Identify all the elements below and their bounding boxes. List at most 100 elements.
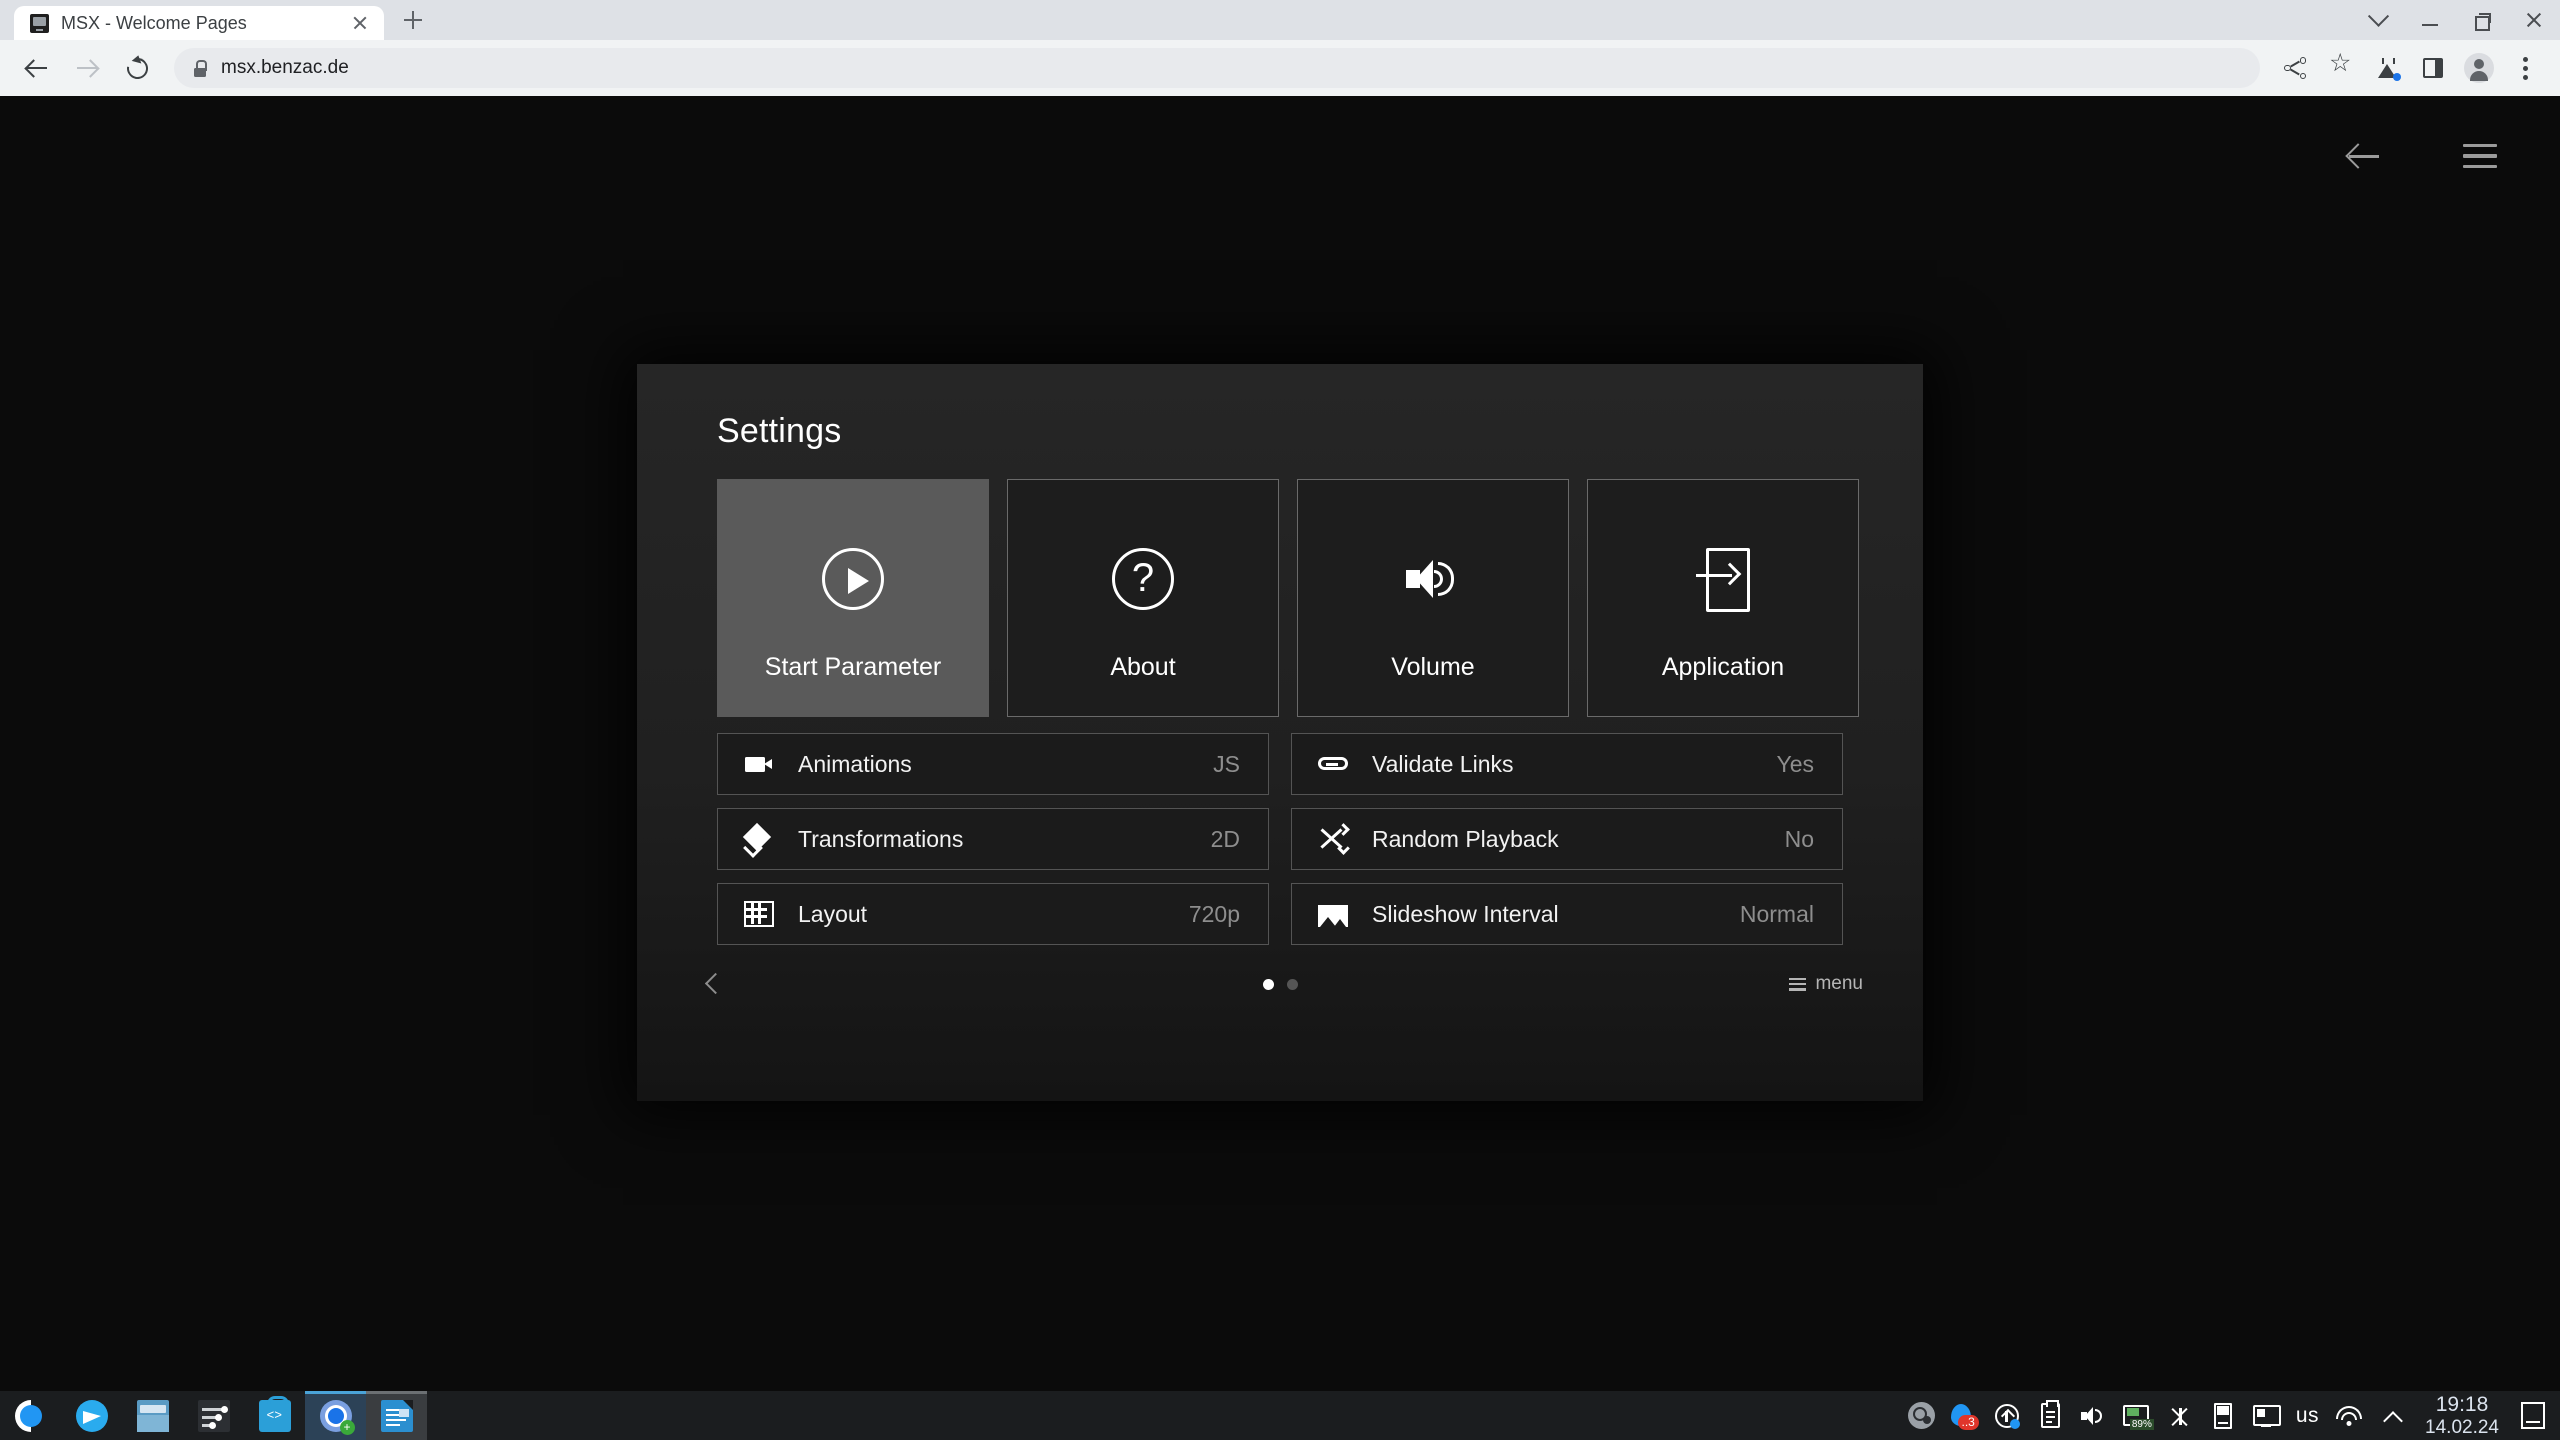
tab-title: MSX - Welcome Pages [61,12,247,33]
tab-strip: MSX - Welcome Pages [0,0,2560,40]
taskbar-chromium[interactable]: + [305,1391,366,1440]
tile-label: About [1110,653,1176,681]
page-dot-2[interactable] [1286,978,1298,990]
tray-display[interactable] [2253,1402,2282,1429]
reload-icon [122,53,152,83]
show-desktop-button[interactable] [2519,1402,2546,1429]
maximize-button[interactable] [2456,0,2508,40]
tray-bluetooth[interactable] [2167,1402,2194,1429]
exit-to-app-icon [1696,548,1750,612]
row-layout[interactable]: Layout 720p [717,883,1269,945]
taskbar-clock[interactable]: 19:18 14.02.24 [2421,1393,2503,1439]
taskbar-telegram[interactable] [61,1391,122,1440]
tray-updates[interactable] [1994,1402,2021,1429]
browser-tab[interactable]: MSX - Welcome Pages [14,6,384,40]
videocam-icon [744,749,774,779]
row-animations[interactable]: Animations JS [717,733,1269,795]
close-icon[interactable] [348,11,372,35]
row-random-playback[interactable]: Random Playback No [1291,808,1843,870]
row-label: Random Playback [1372,825,1559,852]
display-icon [2253,1404,2282,1427]
tray-keyboard-layout[interactable]: us [2296,1404,2319,1428]
back-button[interactable] [14,45,60,91]
tile-start-parameter[interactable]: Start Parameter [717,479,989,717]
minimize-button[interactable] [2404,0,2456,40]
chromium-icon: + [319,1399,355,1435]
tile-volume[interactable]: Volume [1297,479,1569,717]
app-back-button[interactable] [2336,128,2392,184]
taskbar-libreoffice-writer[interactable] [366,1391,427,1440]
taskbar-system-settings[interactable] [183,1391,244,1440]
panel-footer: menu [637,945,1923,1005]
taskbar-file-manager[interactable] [122,1391,183,1440]
share-button[interactable] [2274,47,2316,89]
tray-steam[interactable] [1907,1402,1935,1429]
chrome-menu-button[interactable] [2504,47,2546,89]
tile-about[interactable]: ? About [1007,479,1279,717]
lock-icon [192,59,207,77]
share-icon [2284,57,2306,79]
show-desktop-icon [2520,1402,2545,1429]
settings-rows: Animations JS Validate Links Yes Transfo… [637,717,1923,945]
taskbar-launchers: <> + [0,1391,427,1440]
writer-document-icon [380,1399,413,1432]
shuffle-icon [1318,823,1350,855]
tray-usb[interactable] [2210,1402,2237,1429]
page-dot-1[interactable] [1262,978,1274,990]
row-transformations[interactable]: Transformations 2D [717,808,1269,870]
clipboard-icon [2040,1400,2060,1428]
grid-icon [744,901,774,927]
usb-device-icon [2214,1402,2233,1429]
side-panel-button[interactable] [2412,47,2454,89]
update-icon [1995,1403,2021,1429]
row-value: Yes [1776,750,1814,777]
row-label: Transformations [798,825,964,852]
row-label: Slideshow Interval [1372,900,1559,927]
taskbar-kde-launcher[interactable] [0,1391,61,1440]
monitor-icon [30,13,49,33]
folder-icon [136,1399,169,1432]
row-validate-links[interactable]: Validate Links Yes [1291,733,1843,795]
tile-application[interactable]: Application [1587,479,1859,717]
system-tray: ..3 89% us 19:18 14.02.24 [1907,1391,2560,1440]
page-indicator [637,978,1923,990]
maximize-icon [2475,13,2491,31]
tray-overflow[interactable] [2378,1402,2405,1429]
volume-icon [2080,1405,2106,1427]
tray-clipboard[interactable] [2037,1400,2064,1429]
taskbar: <> + ..3 89% us 19:18 14.02.24 [0,1391,2560,1440]
row-slideshow-interval[interactable]: Slideshow Interval Normal [1291,883,1843,945]
reload-button[interactable] [114,45,160,91]
plus-badge-icon: + [339,1419,355,1435]
taskbar-software-store[interactable]: <> [244,1391,305,1440]
browser-window: MSX - Welcome Pages msx.benzac.de Settin… [0,0,2560,1440]
bluetooth-icon [2171,1403,2189,1429]
volume-up-icon [1402,548,1464,610]
tray-battery[interactable]: 89% [2122,1404,2154,1430]
hamburger-menu-icon [2463,144,2497,168]
forward-button[interactable] [64,45,110,91]
tray-volume[interactable] [2080,1402,2107,1429]
close-window-button[interactable] [2508,0,2560,40]
settings-panel: Settings Start Parameter ? About Volume … [637,364,1923,1101]
side-panel-icon [2423,58,2443,78]
tab-search-button[interactable] [2352,0,2404,40]
notification-badge: ..3 [1957,1414,1979,1430]
minimize-icon [2422,24,2438,26]
new-tab-button[interactable] [394,1,432,39]
clock-time: 19:18 [2435,1392,2489,1416]
tray-network[interactable] [2335,1402,2362,1429]
app-menu-button[interactable] [2452,128,2508,184]
window-controls [2352,0,2560,40]
steam-icon [1907,1402,1935,1429]
chevron-down-icon [2367,5,2389,27]
profile-avatar-icon [2464,53,2494,83]
profile-button[interactable] [2458,47,2500,89]
address-bar[interactable]: msx.benzac.de [174,48,2260,88]
labs-button[interactable] [2366,47,2408,89]
link-icon [1318,749,1348,779]
bookmark-button[interactable] [2320,47,2362,89]
clock-date: 14.02.24 [2425,1416,2499,1438]
tray-notifications[interactable]: ..3 [1950,1402,1979,1430]
play-circle-icon [822,548,884,610]
